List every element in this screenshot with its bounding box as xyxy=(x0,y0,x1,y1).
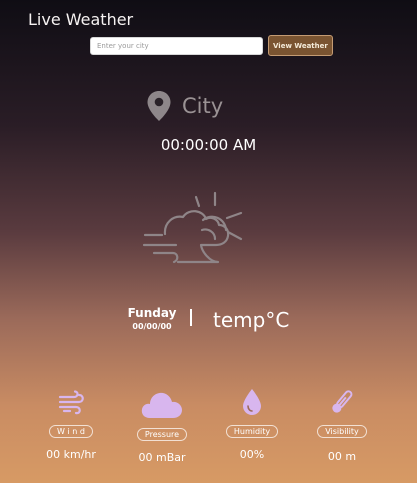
humidity-value: 00% xyxy=(239,448,265,461)
water-drop-icon xyxy=(243,389,261,415)
city-input[interactable] xyxy=(90,36,263,55)
wind-label: W i n d xyxy=(49,425,93,438)
divider xyxy=(190,309,192,326)
stat-wind: W i n d 00 km/hr xyxy=(31,390,111,461)
temperature: temp°C xyxy=(213,308,290,332)
pressure-value: 00 mBar xyxy=(138,451,186,464)
visibility-label: Visibility xyxy=(317,425,367,438)
current-time: 00:00:00 AM xyxy=(160,136,257,154)
day-info: Funday 00/00/00 xyxy=(127,306,177,331)
day-date: 00/00/00 xyxy=(132,322,172,331)
city-name: City xyxy=(182,94,224,118)
stat-visibility: Visibility 00 m xyxy=(302,388,382,463)
view-weather-button[interactable]: View Weather xyxy=(268,35,333,56)
cloud-icon xyxy=(141,392,182,418)
partly-cloudy-windy-icon xyxy=(142,191,243,264)
pressure-label: Pressure xyxy=(136,428,188,441)
visibility-value: 00 m xyxy=(327,450,357,463)
map-pin-icon xyxy=(147,91,171,121)
stat-pressure: Pressure 00 mBar xyxy=(122,390,202,464)
thermometer-icon xyxy=(332,390,353,413)
app-title: Live Weather xyxy=(28,10,134,29)
day-name: Funday xyxy=(127,306,177,320)
stat-humidity: Humidity 00% xyxy=(212,388,292,461)
wind-icon xyxy=(58,390,84,415)
humidity-label: Humidity xyxy=(225,425,279,438)
wind-value: 00 km/hr xyxy=(46,448,96,461)
location: City xyxy=(146,90,223,122)
search-bar: View Weather xyxy=(90,35,333,56)
